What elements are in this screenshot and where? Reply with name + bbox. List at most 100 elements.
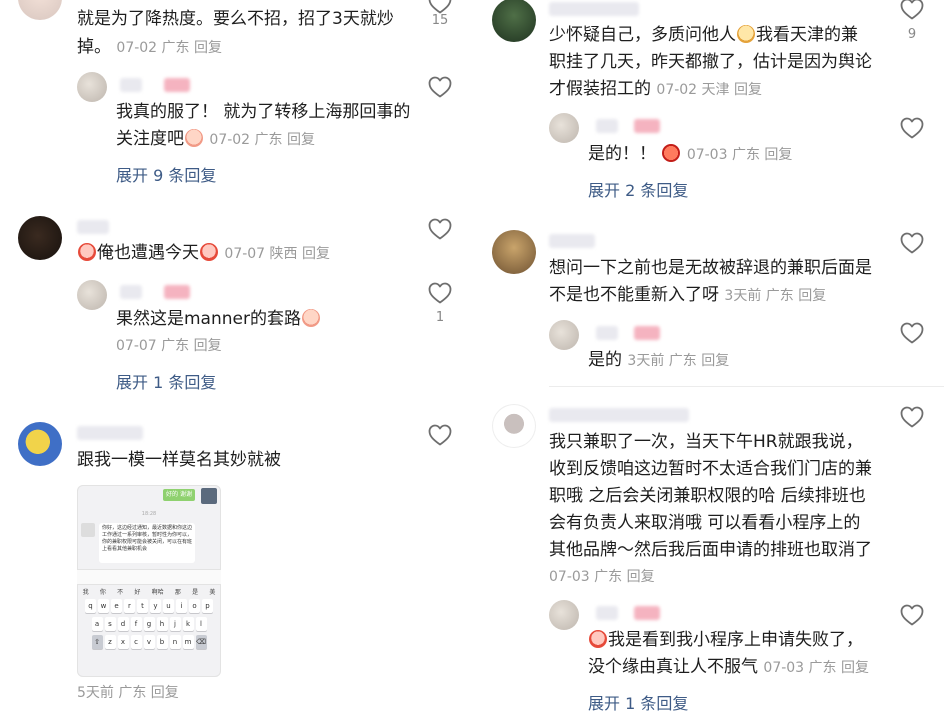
comment-text-tail: 才假装招工的 bbox=[549, 79, 651, 99]
crying-emoji-icon bbox=[78, 243, 96, 261]
expand-replies-link[interactable]: 展开 2 条回复 bbox=[588, 177, 688, 201]
keyboard: qwertyuiop asdfghjkl ⇧ z x c v b n m ⌫ bbox=[79, 599, 219, 675]
reply-avatar[interactable] bbox=[549, 320, 579, 350]
reply-meta[interactable]: 07-03 广东 回复 bbox=[763, 660, 869, 676]
username-blurred[interactable] bbox=[549, 234, 595, 248]
like-heart-icon[interactable] bbox=[900, 0, 924, 20]
comment-meta[interactable]: 07-07 陕西 回复 bbox=[224, 246, 330, 262]
surprised-emoji-icon bbox=[737, 25, 755, 43]
angry-emoji-icon bbox=[662, 144, 681, 162]
comment-text: 跟我一模一样莫名其妙就被 bbox=[77, 450, 281, 470]
reply-avatar[interactable] bbox=[77, 72, 107, 102]
comment-text-cont: 我看天津的兼 bbox=[756, 25, 858, 45]
comment-text-line5: 其他品牌～然后我后面申请的排班也取消了 bbox=[549, 540, 872, 560]
expand-replies-link[interactable]: 展开 1 条回复 bbox=[116, 369, 216, 393]
user-avatar[interactable] bbox=[492, 0, 536, 42]
comment-text-line3: 职哦 之后会关闭兼职权限的哈 后续排班也 bbox=[549, 486, 866, 506]
like-heart-icon[interactable] bbox=[428, 282, 452, 304]
like-heart-icon[interactable] bbox=[428, 424, 452, 446]
candidate-word: 是 bbox=[192, 588, 199, 596]
smile-emoji-icon bbox=[185, 129, 203, 147]
author-tag bbox=[634, 119, 660, 133]
reply-text: 果然这是manner的套路 bbox=[116, 309, 301, 329]
candidate-word: 啊哈 bbox=[151, 588, 164, 596]
username-blurred[interactable] bbox=[120, 78, 142, 92]
comment-text-line3: 才假装招工的 07-02 天津 回复 bbox=[549, 76, 762, 103]
candidate-word: 不 bbox=[117, 588, 124, 596]
like-heart-icon[interactable] bbox=[428, 0, 452, 14]
comment-meta[interactable]: 07-03 广东 回复 bbox=[549, 564, 655, 590]
like-heart-icon[interactable] bbox=[900, 117, 924, 139]
reply-text-line2: 没个缘由真让人不服气 07-03 广东 回复 bbox=[588, 654, 869, 681]
like-heart-icon[interactable] bbox=[900, 604, 924, 626]
crying-emoji-icon bbox=[589, 630, 607, 648]
reply-meta[interactable]: 07-03 广东 回复 bbox=[687, 147, 793, 163]
comment-text-line2: 掉。 07-02 广东 回复 bbox=[77, 34, 222, 61]
comment-text-line2: 职挂了几天，昨天都撤了，估计是因为舆论 bbox=[549, 52, 872, 72]
author-tag bbox=[634, 326, 660, 340]
user-avatar[interactable] bbox=[18, 216, 62, 260]
username-blurred[interactable] bbox=[596, 326, 618, 340]
received-message-bubble: 你好，这边经过通知，最近数据和你这边工作通过一系列审核，暂时性为你可以，你的兼职… bbox=[99, 523, 195, 563]
comment-text-line4: 会有负责人来取消哦 可以看看小程序上的 bbox=[549, 513, 861, 533]
username-blurred[interactable] bbox=[120, 285, 142, 299]
comment-text-row: 俺也遭遇今天 07-07 陕西 回复 bbox=[77, 240, 330, 267]
left-comment-column: 就是为了降热度。要么不招，招了3天就炒 掉。 07-02 广东 回复 15 我真… bbox=[0, 0, 472, 707]
reply-text: 我真的服了！ 就为了转移上海那回事的 bbox=[116, 102, 411, 122]
reply-text-row: 果然这是manner的套路 bbox=[116, 306, 321, 332]
candidate-word: 你 bbox=[99, 588, 106, 596]
reply-meta[interactable]: 07-07 广东 回复 bbox=[116, 333, 222, 359]
reply-text: 我是看到我小程序上申请失败了， bbox=[608, 630, 863, 650]
reply-avatar[interactable] bbox=[77, 280, 107, 310]
comment-text: 少怀疑自己，多质问他人 bbox=[549, 25, 736, 45]
comment-meta[interactable]: 07-02 天津 回复 bbox=[656, 82, 762, 98]
expand-replies-link[interactable]: 展开 1 条回复 bbox=[588, 690, 688, 714]
username-blurred[interactable] bbox=[596, 606, 618, 620]
comment-text-line2: 收到反馈咱这边暂时不太适合我们门店的兼 bbox=[549, 459, 872, 479]
reply-text-line2: 关注度吧 07-02 广东 回复 bbox=[116, 126, 315, 153]
like-heart-icon[interactable] bbox=[900, 232, 924, 254]
username-blurred[interactable] bbox=[77, 220, 109, 234]
user-avatar[interactable] bbox=[18, 0, 62, 20]
like-heart-icon[interactable] bbox=[428, 218, 452, 240]
reply-avatar[interactable] bbox=[549, 600, 579, 630]
comment-text-tail: 不是也不能重新入了呀 bbox=[549, 285, 719, 305]
username-blurred[interactable] bbox=[77, 426, 143, 440]
user-avatar[interactable] bbox=[492, 404, 536, 448]
candidate-word: 那 bbox=[174, 588, 181, 596]
candidate-word: 好 bbox=[134, 588, 141, 596]
divider bbox=[549, 386, 944, 387]
username-blurred[interactable] bbox=[596, 119, 618, 133]
comment-text: 想问一下之前也是无故被辞退的兼职后面是 bbox=[549, 258, 872, 278]
comment-text: 我只兼职了一次，当天下午HR就跟我说， bbox=[549, 432, 863, 452]
sender-avatar bbox=[201, 488, 217, 504]
comment-text: 俺也遭遇今天 bbox=[97, 243, 199, 263]
comment-meta[interactable]: 07-02 广东 回复 bbox=[116, 40, 222, 56]
sent-message-bubble: 好的 谢谢 bbox=[163, 489, 195, 501]
user-avatar[interactable] bbox=[492, 230, 536, 274]
expand-replies-link[interactable]: 展开 9 条回复 bbox=[116, 162, 216, 186]
username-blurred[interactable] bbox=[549, 408, 689, 422]
smile-emoji-icon bbox=[301, 309, 320, 327]
reply-meta[interactable]: 3天前 广东 回复 bbox=[627, 353, 729, 369]
reply-text: 是的 bbox=[588, 350, 622, 370]
author-tag bbox=[164, 285, 190, 299]
author-tag bbox=[164, 78, 190, 92]
like-heart-icon[interactable] bbox=[900, 406, 924, 428]
like-heart-icon[interactable] bbox=[900, 322, 924, 344]
receiver-avatar bbox=[81, 523, 95, 537]
like-heart-icon[interactable] bbox=[428, 76, 452, 98]
reply-meta[interactable]: 07-02 广东 回复 bbox=[209, 132, 315, 148]
user-avatar[interactable] bbox=[18, 422, 62, 466]
username-blurred[interactable] bbox=[549, 2, 639, 16]
comment-text-line2: 不是也不能重新入了呀 3天前 广东 回复 bbox=[549, 282, 826, 309]
attached-chat-screenshot[interactable]: 好的 谢谢 18:28 你好，这边经过通知，最近数据和你这边工作通过一系列审核，… bbox=[77, 485, 221, 677]
reply-avatar[interactable] bbox=[549, 113, 579, 143]
comment-meta[interactable]: 3天前 广东 回复 bbox=[724, 288, 826, 304]
comment-text-row: 少怀疑自己，多质问他人 我看天津的兼 bbox=[549, 22, 858, 48]
keyboard-candidate-bar: 我 你 不 好 啊哈 那 是 美 bbox=[77, 585, 221, 597]
comment-meta[interactable]: 5天前 广东 回复 bbox=[77, 680, 179, 706]
like-count: 9 bbox=[907, 27, 917, 42]
reply-text-tail: 没个缘由真让人不服气 bbox=[588, 657, 758, 677]
author-tag bbox=[634, 606, 660, 620]
